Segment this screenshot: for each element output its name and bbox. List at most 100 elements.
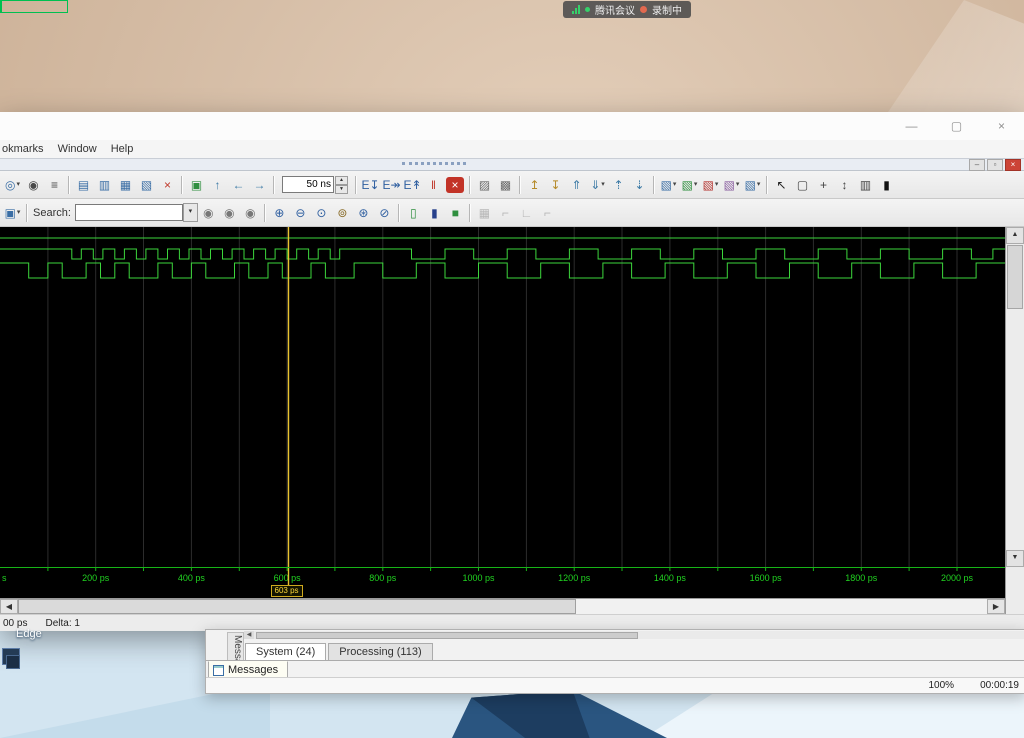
delete-icon[interactable]: × <box>157 175 178 194</box>
zoom-others-icon[interactable]: ⊘ <box>374 203 395 222</box>
horizontal-scrollbar[interactable]: ◀ ▶ <box>0 598 1005 614</box>
zoom-range-icon[interactable]: ⊛ <box>353 203 374 222</box>
vertical-scroll-track[interactable] <box>1006 310 1024 550</box>
select-mode-icon[interactable]: ↖ <box>771 175 792 194</box>
wave-values-pane-icon[interactable]: ▮ <box>424 203 445 222</box>
zoom-full-icon[interactable]: ⊙ <box>311 203 332 222</box>
transcript-scroll-thumb[interactable] <box>256 632 638 639</box>
horizontal-scroll-thumb[interactable] <box>18 599 576 614</box>
run-icon[interactable]: E↧ <box>360 175 381 194</box>
search-exact-icon[interactable]: ◉ <box>198 203 219 222</box>
layout-icon[interactable]: ▣▾ <box>2 203 23 222</box>
goto-line-icon[interactable]: ≡ <box>44 175 65 194</box>
add-wave-cut-icon[interactable]: ▧▾ <box>679 175 700 194</box>
prev-transition-icon[interactable]: ⇑ <box>566 175 587 194</box>
wave-names-pane-icon[interactable]: ■ <box>445 203 466 222</box>
run-length-field-spinner[interactable]: ▲▼ <box>335 176 348 194</box>
run-all-icon[interactable]: E↟ <box>402 175 423 194</box>
forward-icon[interactable]: → <box>249 175 270 194</box>
prev-edge-icon[interactable]: ⇡ <box>608 175 629 194</box>
expand-time-icon[interactable]: ⌐ <box>495 203 516 222</box>
next-transition-icon: ⇓ <box>590 179 600 191</box>
back-icon[interactable]: ← <box>228 175 249 194</box>
copy-doc-icon[interactable]: ▧ <box>136 175 157 194</box>
vertical-scroll-thumb[interactable] <box>1007 245 1023 309</box>
zoom-cursor-icon[interactable]: ⊚ <box>332 203 353 222</box>
new-doc-icon[interactable]: ▤ <box>73 175 94 194</box>
scroll-up-button[interactable]: ▲ <box>1006 227 1024 244</box>
step-icon[interactable]: ▨ <box>474 175 495 194</box>
zoom-mode-icon[interactable]: ▢ <box>792 175 813 194</box>
collapse-time-icon[interactable]: ∟ <box>516 203 537 222</box>
history-icon[interactable]: ◎▾ <box>2 175 23 194</box>
stop-icon[interactable]: × <box>446 177 464 193</box>
print-icon[interactable]: ▦ <box>115 175 136 194</box>
dropdown-caret-icon: ▾ <box>601 181 605 188</box>
close-button[interactable]: × <box>979 112 1024 140</box>
find-icon[interactable]: ◉ <box>23 175 44 194</box>
meeting-recording-pill[interactable]: 腾讯会议 录制中 <box>563 1 691 18</box>
next-transition-icon[interactable]: ⇓▾ <box>587 175 608 194</box>
menu-help[interactable]: Help <box>104 143 141 155</box>
scroll-right-button[interactable]: ▶ <box>987 599 1005 614</box>
time-cursor-flag[interactable]: 603 ps <box>271 585 303 597</box>
menu-bar: okmarksWindowHelp <box>0 140 1024 158</box>
railroad-icon[interactable]: ⌐ <box>537 203 558 222</box>
search-regexp-icon[interactable]: ◉ <box>219 203 240 222</box>
insert-cursor-icon[interactable]: ↥ <box>524 175 545 194</box>
pane-restore-button[interactable]: ▫ <box>987 159 1003 171</box>
scroll-down-button[interactable]: ▼ <box>1006 550 1024 567</box>
pane-splitter-bar[interactable]: –▫× <box>0 158 1024 171</box>
run-continue-icon[interactable]: E↠ <box>381 175 402 194</box>
add-wave-copy-icon[interactable]: ▧▾ <box>700 175 721 194</box>
title-bar[interactable]: —▢× <box>0 112 1024 140</box>
minimize-button[interactable]: — <box>889 112 934 140</box>
break-icon[interactable]: ‖ <box>423 175 444 194</box>
add-wave-icon[interactable]: ▧▾ <box>658 175 679 194</box>
expand-time-icon: ⌐ <box>502 207 509 219</box>
desktop-icon[interactable] <box>6 655 20 669</box>
maximize-button[interactable]: ▢ <box>934 112 979 140</box>
select-mode-icon: ↖ <box>776 179 786 191</box>
time-ruler[interactable]: s200 ps400 ps600 ps800 ps1000 ps1200 ps1… <box>0 567 1005 585</box>
tab-processing[interactable]: Processing (113) <box>328 643 432 660</box>
pan-mode-icon[interactable]: + <box>813 175 834 194</box>
search-options-icon[interactable]: ◉ <box>240 203 261 222</box>
edit-mode-icon[interactable]: ▥ <box>855 175 876 194</box>
save-doc-icon[interactable]: ▥ <box>94 175 115 194</box>
horizontal-scroll-track[interactable] <box>576 599 987 614</box>
add-wave-paste-icon: ▧ <box>724 179 735 191</box>
zoom-out-icon[interactable]: ⊖ <box>290 203 311 222</box>
signal-1[interactable] <box>0 263 1005 278</box>
search-input[interactable] <box>75 204 183 221</box>
search-dropdown-button[interactable]: ▾ <box>183 203 198 222</box>
signal-0[interactable] <box>0 249 1005 259</box>
grid-toggle-icon[interactable]: ▦ <box>474 203 495 222</box>
collapse-icon[interactable]: ↑ <box>207 175 228 194</box>
dropdown-caret-icon: ▾ <box>16 181 20 188</box>
vertical-scrollbar[interactable]: ▲ ▼ <box>1005 227 1024 567</box>
tab-system[interactable]: System (24) <box>245 643 326 660</box>
contrast-icon[interactable]: ▮ <box>876 175 897 194</box>
waveform-canvas[interactable] <box>0 227 1005 567</box>
run-length-field-input[interactable] <box>282 176 334 193</box>
pane-minimize-button[interactable]: – <box>969 159 985 171</box>
transcript-scrollbar[interactable]: ◀ <box>244 631 1024 639</box>
add-wave-group-icon[interactable]: ▧▾ <box>742 175 763 194</box>
scroll-left-button[interactable]: ◀ <box>244 631 254 639</box>
menu-window[interactable]: Window <box>51 143 104 155</box>
next-edge-icon[interactable]: ⇣ <box>629 175 650 194</box>
step-over-icon[interactable]: ▩ <box>495 175 516 194</box>
scroll-left-button[interactable]: ◀ <box>0 599 18 614</box>
crosshair-mode-icon[interactable]: ↕ <box>834 175 855 194</box>
splitter-grip[interactable] <box>402 162 466 165</box>
delete-cursor-icon[interactable]: ↧ <box>545 175 566 194</box>
desktop-icon-label-edge[interactable]: Edge <box>16 628 42 640</box>
menu-bookmarks[interactable]: okmarks <box>0 143 51 155</box>
add-wave-paste-icon[interactable]: ▧▾ <box>721 175 742 194</box>
print-icon: ▦ <box>120 179 131 191</box>
zoom-in-icon[interactable]: ⊕ <box>269 203 290 222</box>
restore-view-icon[interactable]: ▣ <box>186 175 207 194</box>
wave-cursor-pane-icon[interactable]: ▯ <box>403 203 424 222</box>
pane-close-button[interactable]: × <box>1005 159 1021 171</box>
